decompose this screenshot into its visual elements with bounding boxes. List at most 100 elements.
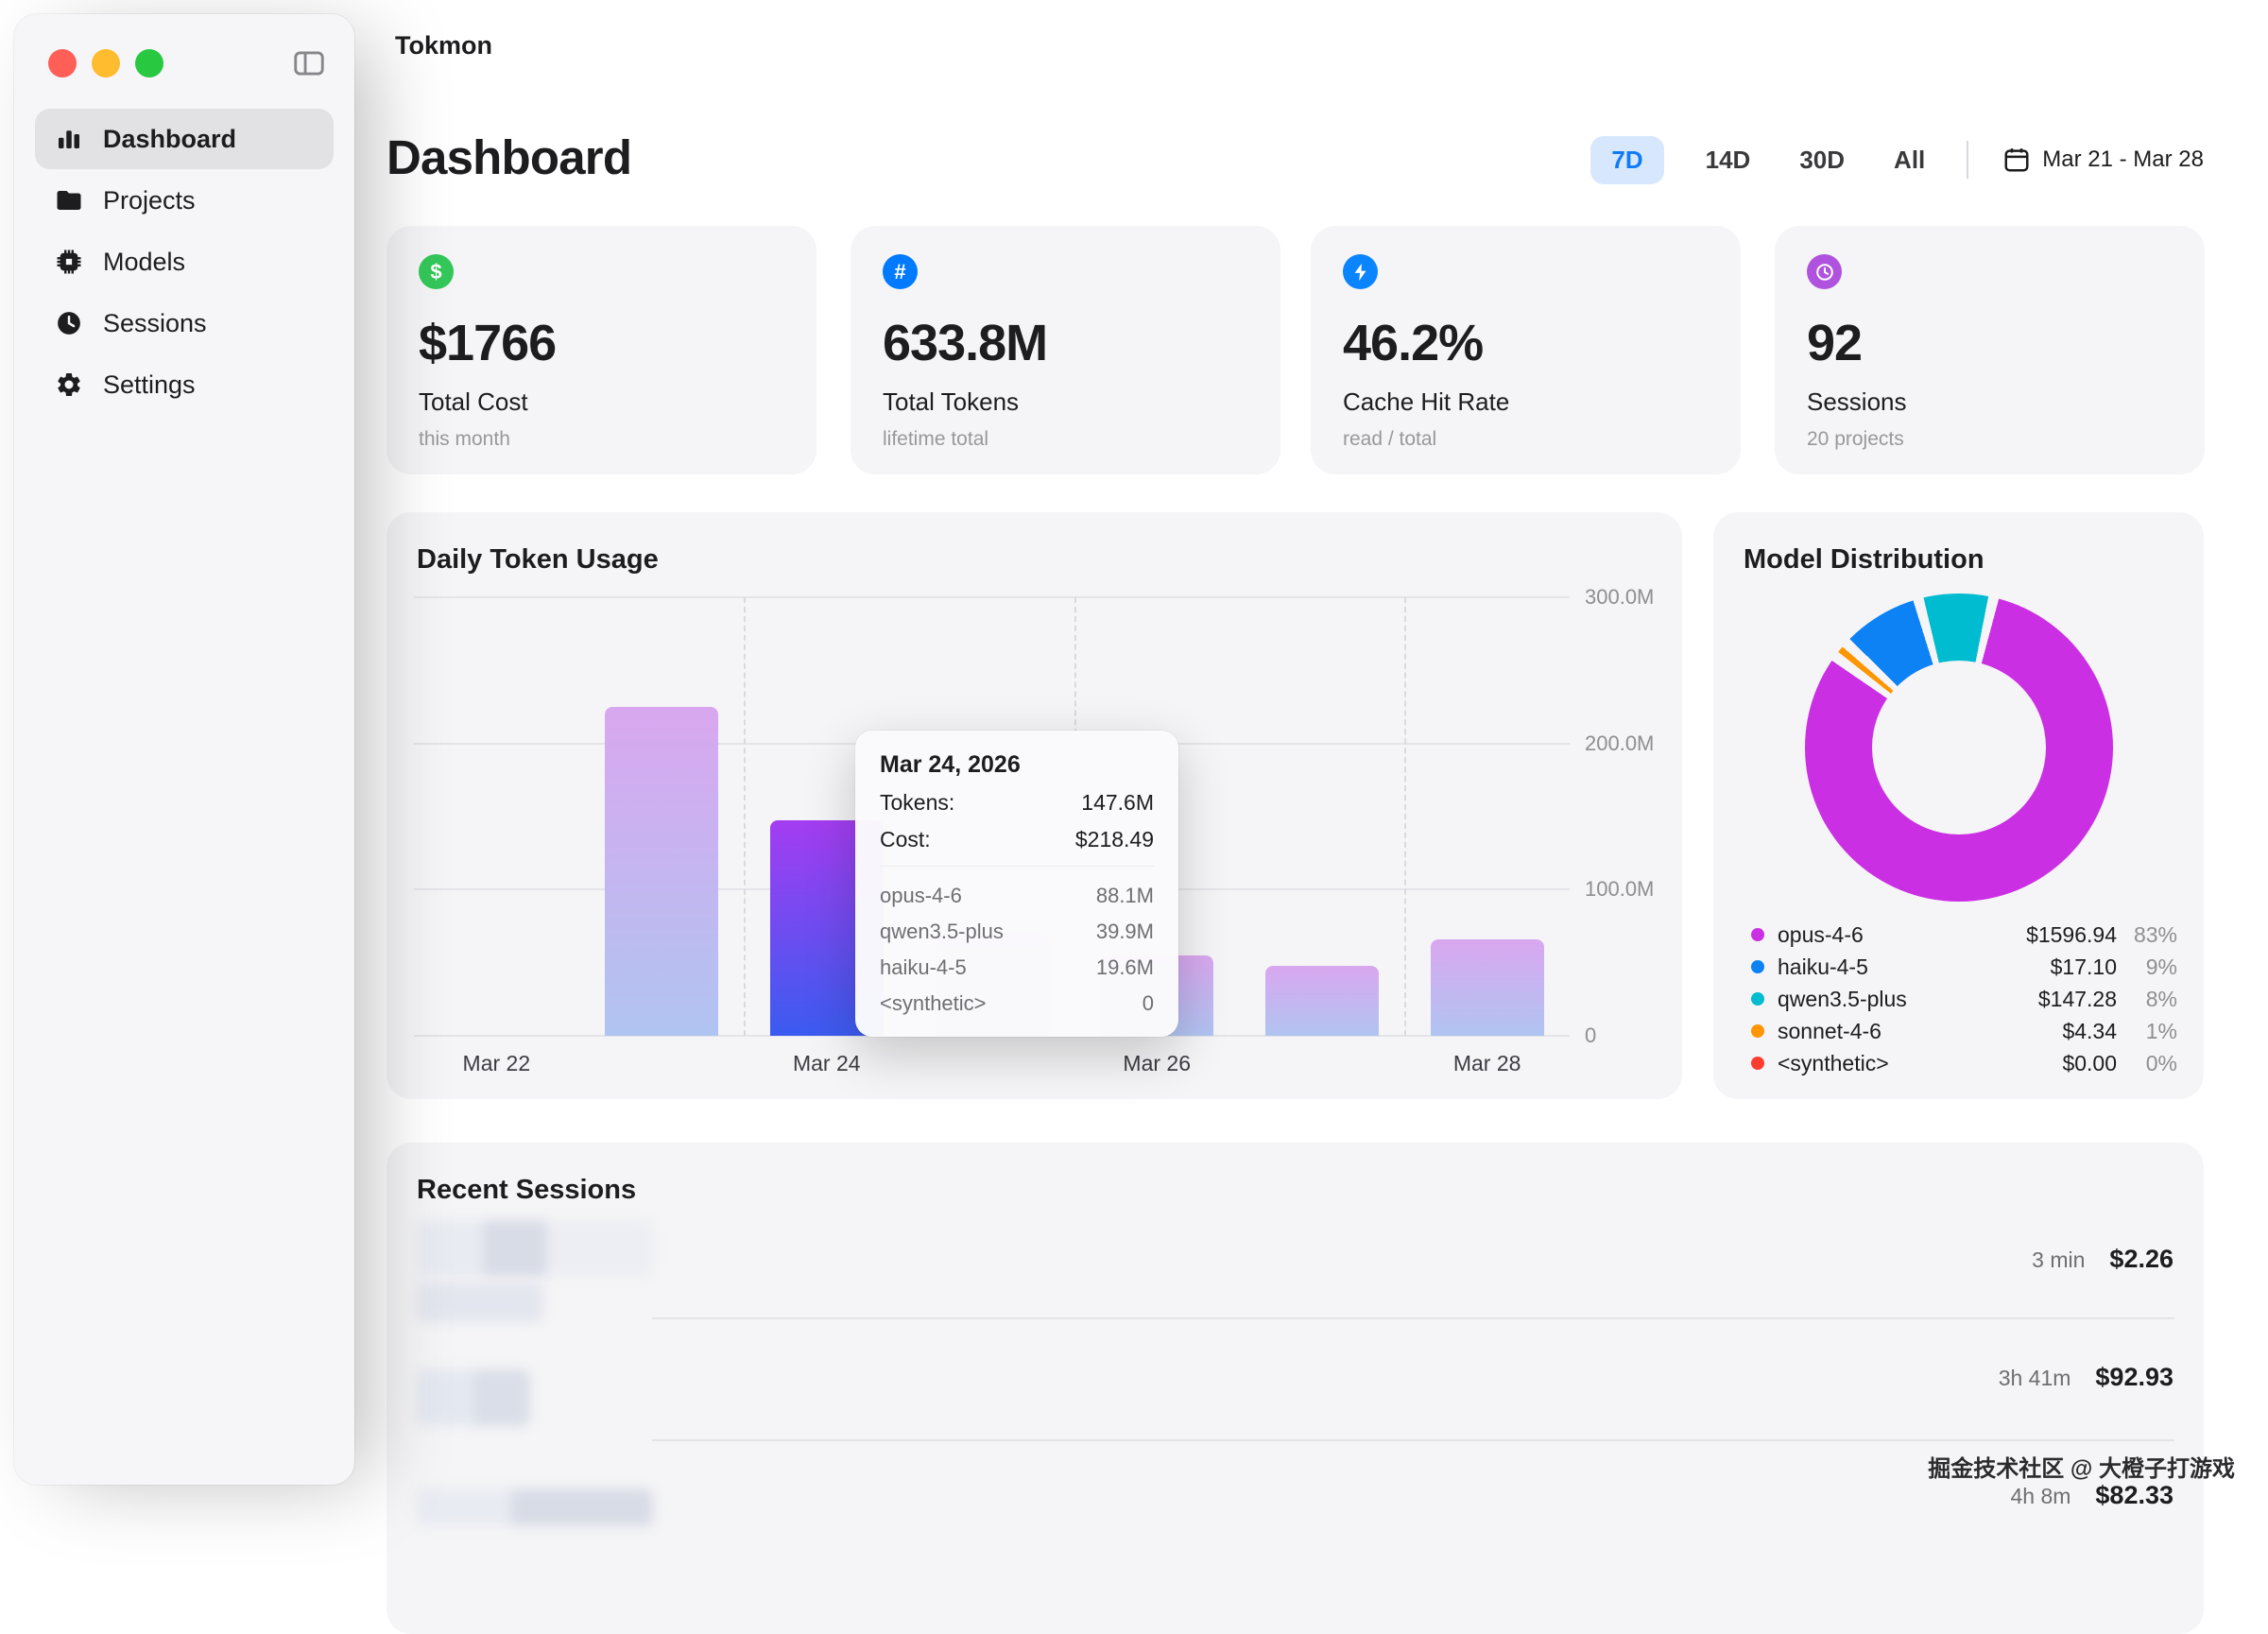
session-summary: 3h 41m $92.93 — [1999, 1363, 2174, 1392]
stat-sublabel: lifetime total — [883, 428, 1248, 451]
redacted-session-name — [417, 1488, 653, 1526]
sidebar-toggle-icon[interactable] — [288, 45, 330, 81]
daily-token-usage-card: Daily Token Usage 300.0M200.0M100.0M0Mar… — [387, 512, 1682, 1099]
row-divider — [652, 1439, 2174, 1441]
hash-icon: # — [883, 254, 918, 289]
legend-dot — [1751, 992, 1764, 1006]
tooltip-date: Mar 24, 2026 — [880, 751, 1154, 779]
stat-card-cache-hit-rate: 46.2% Cache Hit Rate read / total — [1311, 226, 1741, 474]
legend-row: qwen3.5-plus$147.288% — [1751, 983, 2177, 1015]
y-axis-tick: 200.0M — [1585, 731, 1689, 756]
sidebar-item-projects[interactable]: Projects — [35, 170, 334, 231]
usage-bar-mar-27[interactable] — [1265, 966, 1379, 1036]
tooltip-breakdown-row: <synthetic>0 — [880, 991, 1154, 1016]
legend-row: sonnet-4-6$4.341% — [1751, 1015, 2177, 1047]
session-duration: 3 min — [2032, 1247, 2085, 1273]
tooltip-breakdown-row: opus-4-688.1M — [880, 884, 1154, 908]
watermark: 掘金技术社区 @ 大橙子打游戏 — [1928, 1450, 2235, 1483]
x-axis-tick: Mar 22 — [463, 1051, 531, 1076]
stat-sublabel: read / total — [1343, 428, 1709, 451]
model-distribution-title: Model Distribution — [1744, 544, 1984, 576]
x-axis-tick: Mar 24 — [793, 1051, 861, 1076]
stat-sublabel: this month — [419, 428, 784, 451]
sidebar: Dashboard Projects Models — [14, 14, 354, 1485]
clock-icon — [1807, 254, 1842, 289]
redacted-session-meta — [417, 1282, 543, 1322]
zoom-window-button[interactable] — [135, 49, 163, 77]
legend-dot — [1751, 1057, 1764, 1070]
tooltip-breakdown-row: qwen3.5-plus39.9M — [880, 920, 1154, 944]
stat-value: 46.2% — [1343, 314, 1709, 372]
legend-dot — [1751, 1024, 1764, 1038]
chart-tooltip: Mar 24, 2026 Tokens:147.6M Cost:$218.49 … — [855, 731, 1178, 1037]
sidebar-item-label: Settings — [103, 370, 196, 400]
sidebar-item-settings[interactable]: Settings — [35, 354, 334, 415]
sidebar-item-dashboard[interactable]: Dashboard — [35, 109, 334, 169]
redacted-session-name — [417, 1369, 530, 1426]
v-gridline — [744, 597, 746, 1036]
stat-label: Cache Hit Rate — [1343, 387, 1709, 417]
stat-value: 633.8M — [883, 314, 1248, 372]
chip-icon — [54, 247, 84, 277]
model-distribution-card: Model Distribution opus-4-6$1596.9483%ha… — [1713, 512, 2204, 1099]
app-title: Tokmon — [395, 31, 492, 60]
filter-divider — [1967, 141, 1968, 179]
clock-icon — [54, 308, 84, 338]
legend-row: haiku-4-5$17.109% — [1751, 951, 2177, 983]
stat-label: Total Cost — [419, 387, 784, 417]
tooltip-breakdown-row: haiku-4-519.6M — [880, 955, 1154, 980]
h-gridline — [414, 596, 1570, 598]
session-summary: 3 min $2.26 — [2032, 1245, 2174, 1274]
row-divider — [652, 1317, 2174, 1319]
window-controls — [48, 49, 163, 77]
stat-sublabel: 20 projects — [1807, 428, 2173, 451]
session-summary: 4h 8m $82.33 — [2010, 1481, 2174, 1510]
filter-14d[interactable]: 14D — [1698, 136, 1759, 184]
legend-dot — [1751, 960, 1764, 973]
folder-icon — [54, 185, 84, 215]
calendar-icon — [2002, 146, 2031, 174]
session-duration: 4h 8m — [2010, 1484, 2070, 1509]
close-window-button[interactable] — [48, 49, 77, 77]
date-range-picker[interactable]: Mar 21 - Mar 28 — [2002, 146, 2204, 174]
recent-sessions-title: Recent Sessions — [417, 1175, 636, 1206]
gear-icon — [54, 370, 84, 400]
sidebar-item-label: Dashboard — [103, 125, 236, 154]
redacted-session-name — [417, 1220, 653, 1277]
stat-value: $1766 — [419, 314, 784, 372]
filter-7d[interactable]: 7D — [1590, 136, 1663, 184]
sidebar-item-models[interactable]: Models — [35, 232, 334, 292]
bolt-icon — [1343, 254, 1378, 289]
sidebar-item-label: Models — [103, 248, 185, 277]
y-axis-tick: 100.0M — [1585, 877, 1689, 902]
usage-bar-mar-28[interactable] — [1431, 939, 1544, 1036]
v-gridline — [1404, 597, 1406, 1036]
stat-label: Total Tokens — [883, 387, 1248, 417]
donut-hole — [1872, 661, 2046, 834]
minimize-window-button[interactable] — [92, 49, 120, 77]
model-legend: opus-4-6$1596.9483%haiku-4-5$17.109%qwen… — [1751, 919, 2177, 1079]
session-cost: $92.93 — [2095, 1363, 2174, 1392]
legend-dot — [1751, 928, 1764, 941]
session-cost: $2.26 — [2109, 1245, 2174, 1274]
date-range-label: Mar 21 - Mar 28 — [2042, 146, 2204, 173]
usage-bar-mar-23[interactable] — [605, 707, 718, 1036]
sidebar-item-label: Projects — [103, 186, 196, 215]
legend-row: <synthetic>$0.000% — [1751, 1047, 2177, 1079]
legend-row: opus-4-6$1596.9483% — [1751, 919, 2177, 951]
tooltip-model-breakdown: opus-4-688.1M qwen3.5-plus39.9M haiku-4-51… — [880, 866, 1154, 1016]
stat-label: Sessions — [1807, 387, 2173, 417]
page-title: Dashboard — [387, 129, 631, 185]
y-axis-tick: 0 — [1585, 1023, 1689, 1048]
filter-all[interactable]: All — [1886, 136, 1933, 184]
dollar-icon: $ — [419, 254, 454, 289]
stat-card-total-tokens: # 633.8M Total Tokens lifetime total — [850, 226, 1280, 474]
time-range-filters: 7D 14D 30D All Mar 21 - Mar 28 — [1590, 132, 2204, 187]
session-duration: 3h 41m — [1999, 1366, 2071, 1391]
session-cost: $82.33 — [2095, 1481, 2174, 1510]
bar-chart-icon — [54, 124, 84, 154]
stat-card-sessions: 92 Sessions 20 projects — [1775, 226, 2205, 474]
sidebar-item-sessions[interactable]: Sessions — [35, 293, 334, 353]
filter-30d[interactable]: 30D — [1792, 136, 1852, 184]
x-axis-tick: Mar 26 — [1123, 1051, 1191, 1076]
